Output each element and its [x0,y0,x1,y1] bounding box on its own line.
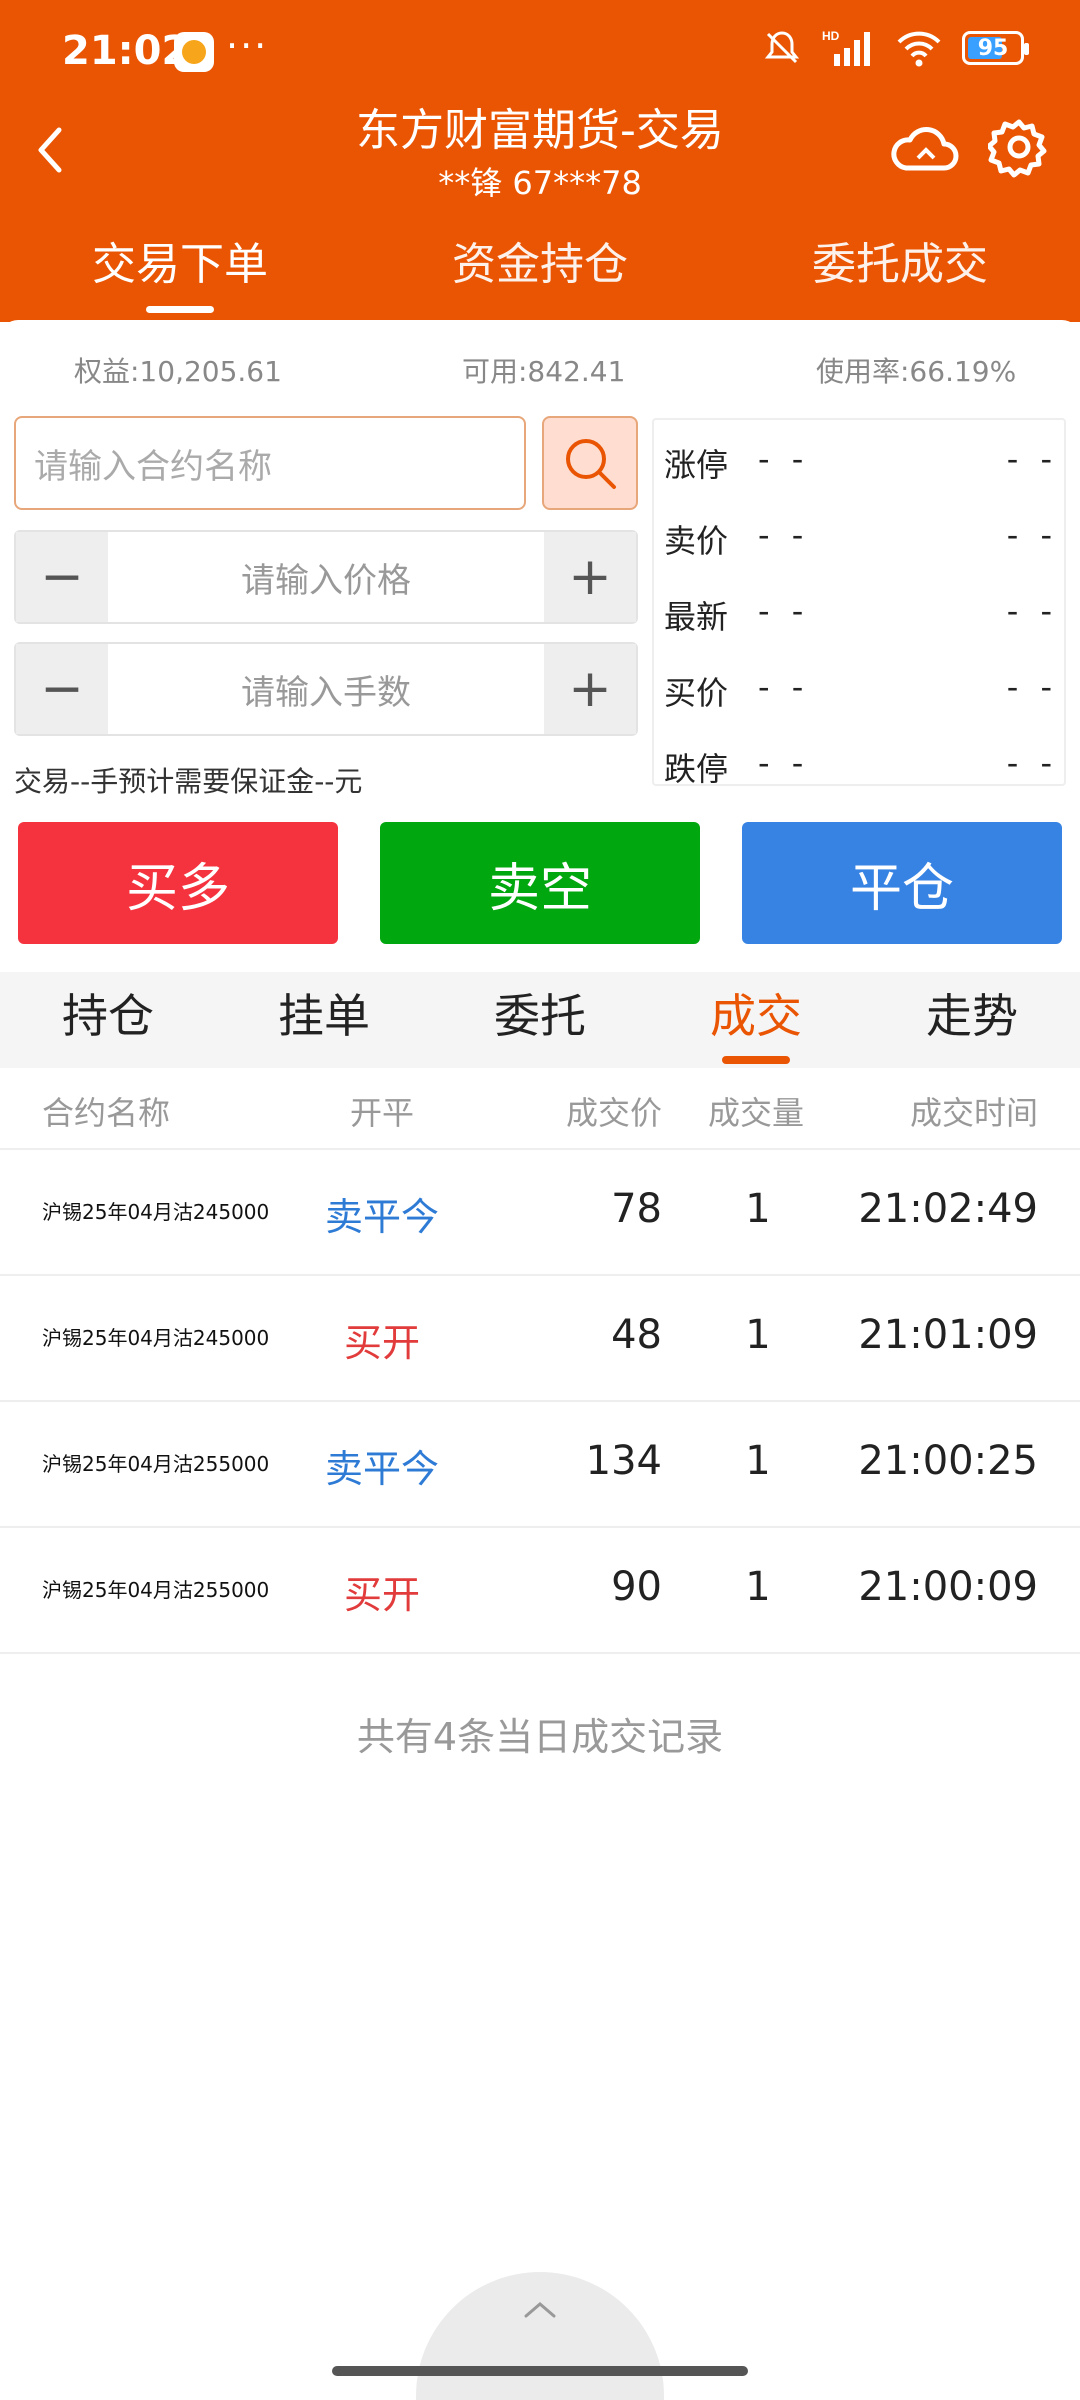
quantity-decrease-button[interactable]: − [16,644,108,734]
tab-entrusted[interactable]: 委托 [432,972,648,1068]
contract-name: 沪锡25年04月沽245000 [42,1200,270,1224]
status-bar: 21:02 ··· HD 95 [0,0,1080,104]
quote-value: - - [758,592,810,630]
tab-orders-trades[interactable]: 委托成交 [720,228,1080,308]
tab-positions[interactable]: 持仓 [0,972,216,1068]
contract-name: 沪锡25年04月沽245000 [42,1326,270,1350]
quote-label: 最新 [664,598,729,636]
margin-estimate: 交易--手预计需要保证金--元 [14,765,363,798]
signal-icon: HD [822,29,870,66]
quote-value: - - [1006,592,1058,630]
trade-time: 21:01:09 [858,1312,1038,1358]
trade-price: 90 [611,1564,662,1610]
quote-row: 买价 - - - - [654,660,1068,720]
status-more-icon: ··· [226,24,269,68]
quote-value: - - [1006,744,1058,782]
quote-row: 跌停 - - - - [654,736,1068,796]
trade-time: 21:00:25 [858,1438,1038,1484]
quantity-stepper: − 请输入手数 + [14,642,638,736]
price-increase-button[interactable]: + [544,532,636,622]
quote-value: - - [758,440,810,478]
quote-value: - - [1006,440,1058,478]
open-close-type: 买开 [343,1321,420,1365]
open-close-type: 卖平今 [324,1195,439,1239]
price-stepper: − 请输入价格 + [14,530,638,624]
cloud-sync-icon[interactable] [888,118,960,178]
records-count: 共有4条当日成交记录 [356,1715,724,1759]
trade-price: 134 [585,1438,662,1484]
close-position-button[interactable]: 平仓 [742,822,1062,944]
table-row[interactable]: 沪锡25年04月沽245000 买开 48 1 21:01:09 [0,1276,1080,1402]
quote-row: 涨停 - - - - [654,432,1068,492]
quote-row: 卖价 - - - - [654,508,1068,568]
trades-table-header: 合约名称 开平 成交价 成交量 成交时间 [0,1076,1080,1150]
mute-bell-icon [764,31,800,64]
trade-quantity: 1 [745,1312,771,1358]
table-row[interactable]: 沪锡25年04月沽255000 买开 90 1 21:00:09 [0,1528,1080,1654]
status-time: 21:02 [62,28,190,74]
status-indicators: HD 95 [762,28,1029,68]
trade-price: 78 [611,1186,662,1232]
column-header: 成交时间 [909,1094,1038,1132]
quote-label: 涨停 [664,446,729,484]
home-indicator[interactable] [332,2366,748,2376]
table-row[interactable]: 沪锡25年04月沽245000 卖平今 78 1 21:02:49 [0,1150,1080,1276]
search-button[interactable] [542,416,638,510]
price-input[interactable]: 请输入价格 [108,532,544,622]
tab-trades[interactable]: 成交 [648,972,864,1068]
search-icon [566,439,616,489]
gear-icon[interactable] [988,116,1050,178]
available-value: 可用:842.41 [462,355,626,388]
quote-value: - - [1006,516,1058,554]
usage-rate-value: 使用率:66.19% [816,355,1017,388]
column-header: 成交量 [708,1094,805,1132]
open-close-type: 卖平今 [324,1447,439,1491]
column-header: 成交价 [566,1094,663,1132]
trade-time: 21:00:09 [858,1564,1038,1610]
trade-quantity: 1 [745,1564,771,1610]
quantity-input[interactable]: 请输入手数 [108,644,544,734]
quote-value: - - [1006,668,1058,706]
app-header: 21:02 ··· HD 95 东方财富期货-交易 **锋 67***78 交易… [0,0,1080,322]
table-row[interactable]: 沪锡25年04月沽255000 卖平今 134 1 21:00:25 [0,1402,1080,1528]
svg-text:HD: HD [822,29,840,43]
contract-name: 沪锡25年04月沽255000 [42,1452,270,1476]
quote-value: - - [758,668,810,706]
trade-quantity: 1 [745,1186,771,1232]
sub-tabs: 持仓 挂单 委托 成交 走势 [0,972,1080,1068]
account-summary: 权益:10,205.61 可用:842.41 使用率:66.19% [0,350,1080,390]
tab-pending[interactable]: 挂单 [216,972,432,1068]
equity-value: 权益:10,205.61 [74,355,282,388]
quote-label: 买价 [664,674,729,712]
trade-time: 21:02:49 [858,1186,1038,1232]
price-decrease-button[interactable]: − [16,532,108,622]
chevron-up-icon [524,2302,556,2318]
column-header: 开平 [350,1094,415,1132]
contract-search-input[interactable]: 请输入合约名称 [14,416,526,510]
quantity-increase-button[interactable]: + [544,644,636,734]
tab-trend[interactable]: 走势 [864,972,1080,1068]
tab-order[interactable]: 交易下单 [0,228,360,308]
notification-app-icon [174,32,214,72]
quote-label: 跌停 [664,750,729,788]
column-header: 合约名称 [42,1094,171,1132]
quote-label: 卖价 [664,522,729,560]
battery-level: 95 [977,35,1009,61]
main-tabs: 交易下单 资金持仓 委托成交 [0,228,1080,308]
quote-panel: 涨停 - - - - 卖价 - - - - 最新 - - - - 买价 - - … [652,418,1068,788]
trade-quantity: 1 [745,1438,771,1484]
quote-row: 最新 - - - - [654,584,1068,644]
buy-long-button[interactable]: 买多 [18,822,338,944]
quote-value: - - [758,744,810,782]
tab-funds-positions[interactable]: 资金持仓 [360,228,720,308]
sell-short-button[interactable]: 卖空 [380,822,700,944]
contract-name: 沪锡25年04月沽255000 [42,1578,270,1602]
open-close-type: 买开 [343,1573,420,1617]
wifi-icon [897,31,941,67]
trade-price: 48 [611,1312,662,1358]
battery-icon: 95 [962,31,1029,65]
quote-value: - - [758,516,810,554]
